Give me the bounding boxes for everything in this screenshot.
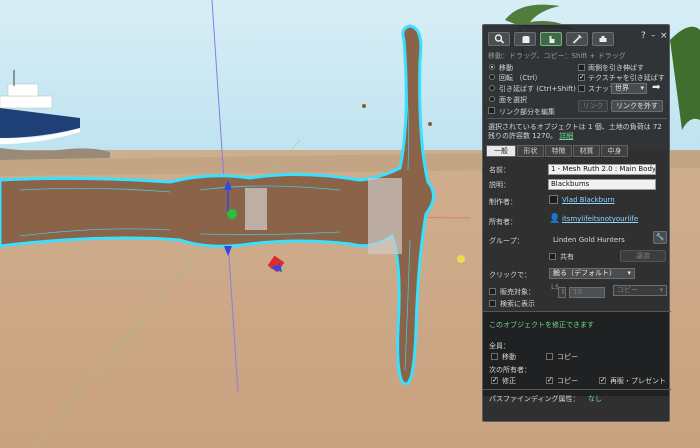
group-name: Linden Gold Hunters (553, 236, 625, 244)
edit-linked-checkbox[interactable] (488, 107, 495, 114)
share-label: 共有 (560, 253, 574, 261)
everyone-move-checkbox[interactable] (491, 353, 498, 360)
magnifier-icon (494, 34, 504, 44)
bulldozer-icon (599, 36, 606, 42)
everyone-copy-checkbox[interactable] (546, 353, 553, 360)
tab-object[interactable]: 形状 (517, 145, 544, 157)
show-in-search-label: 検索に表示 (500, 300, 535, 308)
edit-tool-button[interactable] (540, 32, 562, 46)
focus-tool-button[interactable] (488, 32, 510, 46)
next-modify-label: 修正 (502, 377, 516, 385)
radio-stretch[interactable] (489, 85, 495, 91)
price-field[interactable]: 10 (569, 287, 605, 298)
creator-avatar (549, 195, 558, 204)
snap-checkbox[interactable] (578, 85, 585, 92)
land-tool-button[interactable] (592, 32, 614, 46)
marker-dot-yellow (457, 255, 465, 263)
next-modify-checkbox[interactable]: ✓ (491, 377, 498, 384)
creator-label: 制作者： (489, 198, 517, 206)
next-copy-checkbox[interactable]: ✓ (546, 377, 553, 384)
radio-move-label: 移動 (499, 64, 513, 72)
build-edit-floater[interactable]: ? – × 移動：ドラッグ、コピー：Shift + ドラッグ 移動 回転 （Ct… (482, 24, 671, 422)
sale-type-value: コピー (617, 286, 638, 294)
radio-rotate[interactable] (489, 74, 495, 80)
sale-type-dropdown[interactable]: コピー ▾ (613, 285, 667, 296)
snap-dropdown[interactable]: 世界 ▾ (611, 83, 647, 94)
next-resale-label: 再販・プレゼント (610, 377, 666, 385)
chevron-down-icon: ▾ (659, 286, 663, 294)
stretch-both-checkbox[interactable] (578, 64, 585, 71)
click-action-label: クリックで： (489, 271, 531, 279)
stretch-both-label: 両側を引き伸ばす (588, 64, 644, 72)
description-label: 説明： (489, 181, 510, 189)
next-resale-checkbox[interactable]: ✓ (599, 377, 606, 384)
everyone-move-label: 移動 (502, 353, 516, 361)
wand-icon (572, 34, 582, 44)
owner-avatar-icon: 👤 (549, 214, 561, 224)
marker-dot (362, 104, 366, 108)
spinner-arrows-icon: ⇕ (560, 288, 566, 296)
for-sale-checkbox[interactable] (489, 288, 496, 295)
share-checkbox[interactable] (549, 253, 556, 260)
creator-name-link[interactable]: Vlad Blackburn (562, 196, 615, 204)
radio-select-face-label: 面を選択 (499, 96, 527, 104)
everyone-copy-label: コピー (557, 353, 578, 361)
minimize-icon[interactable]: – (651, 31, 656, 41)
name-label: 名前： (489, 166, 510, 174)
modify-notice: このオブジェクトを修正できます (489, 321, 594, 329)
remaining-capacity: 残りの許容数 1270。 詳細 (488, 131, 573, 141)
create-tool-button[interactable] (566, 32, 588, 46)
toolbar-hint: 移動：ドラッグ、コピー：Shift + ドラッグ (488, 52, 626, 60)
pathfinding-value: なし (588, 395, 602, 403)
show-in-search-checkbox[interactable] (489, 300, 496, 307)
chevron-down-icon: ▾ (640, 84, 644, 92)
move-tool-button[interactable] (514, 32, 536, 46)
remaining-capacity-text: 残りの許容数 1270。 (488, 132, 558, 140)
edit-linked-label: リンク部分を編集 (499, 108, 555, 116)
wrench-icon: 🔧 (655, 233, 665, 241)
radio-select-face[interactable] (489, 96, 495, 102)
click-action-value: 触る（デフォルト） (553, 269, 616, 277)
radio-move[interactable] (489, 64, 495, 70)
tab-features[interactable]: 特徴 (545, 145, 572, 157)
for-sale-label: 販売対象： (500, 288, 535, 296)
help-icon[interactable]: ? (641, 31, 646, 41)
unlink-button[interactable]: リンクを外す (611, 100, 663, 112)
next-owner-label: 次の所有者： (489, 366, 531, 374)
click-action-dropdown[interactable]: 触る（デフォルト） ▾ (549, 268, 635, 279)
link-button[interactable]: リンク (578, 100, 608, 112)
stretch-textures-checkbox[interactable]: ✓ (578, 74, 585, 81)
snap-value: 世界 (615, 84, 629, 92)
tab-general[interactable]: 一般 (486, 145, 516, 157)
owner-name-link[interactable]: itsmylifeitsnotyourlife (562, 215, 638, 223)
pathfinding-label: パスファインディング属性： (489, 395, 580, 403)
next-copy-label: コピー (557, 377, 578, 385)
radio-stretch-label: 引き延ばす (Ctrl+Shift) (499, 85, 576, 93)
radio-rotate-label: 回転 （Ctrl） (499, 74, 542, 82)
grab-hand-icon (522, 36, 529, 43)
everyone-label: 全員： (489, 342, 510, 350)
arrow-right-icon[interactable]: ➡ (652, 82, 660, 93)
deed-button[interactable]: 譲渡 (620, 250, 666, 262)
price-spinner[interactable]: ⇕ (558, 287, 566, 298)
chevron-down-icon: ▾ (627, 269, 631, 277)
divider (483, 389, 671, 390)
pointer-hand-icon (549, 36, 554, 43)
set-group-button[interactable]: 🔧 (653, 231, 667, 244)
description-field[interactable]: Blackbums (548, 179, 656, 190)
group-label: グループ： (489, 237, 524, 245)
more-info-link[interactable]: 詳細 (559, 132, 573, 140)
name-field[interactable]: 1 - Mesh Ruth 2.0 : Main Body & Head (548, 164, 656, 175)
tab-content[interactable]: 中身 (601, 145, 628, 157)
tab-texture[interactable]: 材質 (573, 145, 600, 157)
close-icon[interactable]: × (660, 31, 668, 41)
marker-dot (428, 122, 432, 126)
divider (487, 118, 667, 119)
owner-label: 所有者： (489, 218, 517, 226)
